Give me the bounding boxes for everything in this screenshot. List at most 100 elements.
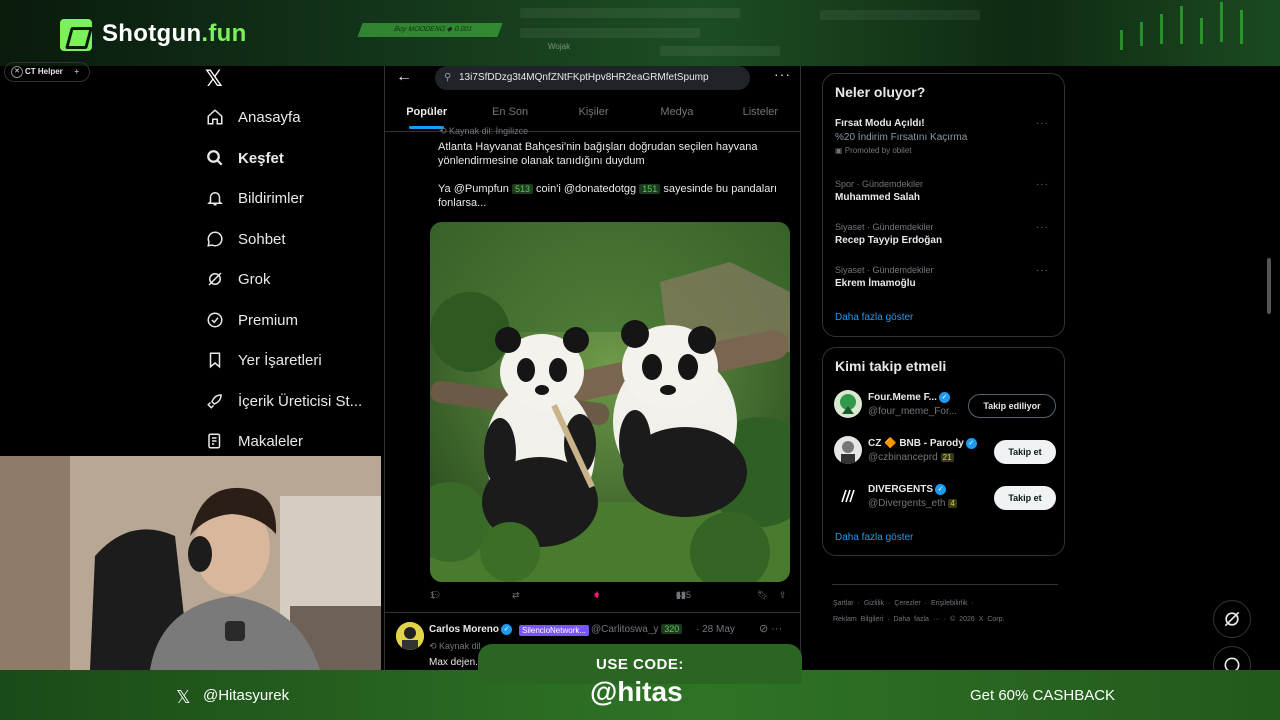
more-options-icon[interactable]: ··· xyxy=(771,623,782,635)
footer-divider xyxy=(832,584,1058,585)
page-scrollbar[interactable] xyxy=(1267,258,1271,314)
ct-count-badge: 4 xyxy=(948,499,957,508)
use-code-label: USE CODE: xyxy=(596,656,684,673)
search-input[interactable]: ⚲ 13i7SfDDzg3t4MQnfZNtFKptHpv8HR2eaGRMfe… xyxy=(435,66,750,90)
sidebar-item-label: Premium xyxy=(238,311,299,329)
more-options-icon[interactable]: ··· xyxy=(774,66,791,82)
plus-icon[interactable]: + xyxy=(74,63,79,81)
verified-icon: ✓ xyxy=(938,392,950,403)
streamer-handle: @Hitasyurek xyxy=(203,687,290,704)
sidebar-item-creator-studio[interactable]: İçerik Üreticisi St... xyxy=(205,386,362,416)
brand-name: Shotgun.fun xyxy=(102,20,247,48)
trend-item[interactable]: Spor · Gündemdekiler Muhammed Salah ··· xyxy=(835,179,1057,203)
verified-icon: ✓ xyxy=(501,624,513,635)
tab-people[interactable]: Kişiler xyxy=(552,96,635,131)
translation-source[interactable]: ⟲ Kaynak dil: İngilizce xyxy=(439,126,528,137)
more-options-icon[interactable]: ··· xyxy=(1036,118,1049,129)
suggestion-handle-text: @Divergents_eth xyxy=(868,498,946,509)
grok-floating-button[interactable] xyxy=(1213,600,1251,638)
mention-donatedotgg[interactable]: coin'i @donatedotgg xyxy=(536,183,636,195)
ticker-buy: Buy MOODENG ◆ 0.001 xyxy=(357,23,503,37)
tab-media[interactable]: Medya xyxy=(635,96,718,131)
suggestion-name-text: CZ 🔶 BNB - Parody xyxy=(868,438,964,450)
search-value: 13i7SfDDzg3t4MQnfZNtFKptHpv8HR2eaGRMfetS… xyxy=(459,72,709,83)
post-text-line3: Ya @Pumpfun 513 coin'i @donatedotgg 151 … xyxy=(438,182,788,196)
sidebar-item-premium[interactable]: Premium xyxy=(205,305,298,335)
avatar[interactable] xyxy=(834,390,862,418)
sidebar-item-chat[interactable]: Sohbet xyxy=(205,224,286,254)
footer-links-row2[interactable]: Reklam Bilgileri · Daha fazla ··· · © 20… xyxy=(833,616,1004,623)
verified-icon: ✓ xyxy=(965,438,977,449)
avatar[interactable] xyxy=(396,622,424,650)
following-button[interactable]: Takip ediliyor xyxy=(968,394,1056,418)
post-text-line2: yönlendirmesine olanak tanıdığını duydum xyxy=(438,155,645,167)
sidebar-item-label: Anasayfa xyxy=(238,108,301,126)
translate-icon: ⟲ xyxy=(439,126,450,136)
follow-button[interactable]: Takip et xyxy=(994,440,1056,464)
panda-photo[interactable] xyxy=(430,222,790,582)
suggestion-name-text: Four.Meme F... xyxy=(868,392,937,404)
search-feed: ← ⚲ 13i7SfDDzg3t4MQnfZNtFKptHpv8HR2eaGRM… xyxy=(384,66,801,671)
follow-suggestion[interactable]: Four.Meme F... ✓ @four_meme_For... Takip … xyxy=(834,390,1056,420)
trend-title: Fırsat Modu Açıldı! xyxy=(835,118,925,129)
trend-item[interactable]: Siyaset · Gündemdekiler Recep Tayyip Erd… xyxy=(835,222,1057,246)
trend-subtitle: %20 İndirim Fırsatını Kaçırma xyxy=(835,132,968,143)
sidebar-item-label: Keşfet xyxy=(238,149,284,167)
post-divider xyxy=(385,612,800,613)
sidebar-item-label: Bildirimler xyxy=(238,189,304,207)
brand-dot: .fun xyxy=(201,20,247,47)
repost-icon: ⇄ xyxy=(512,590,520,600)
trends-show-more-link[interactable]: Daha fazla göster xyxy=(835,312,913,323)
trend-item[interactable]: Siyaset · Gündemdekiler Ekrem İmamoğlu ·… xyxy=(835,265,1057,289)
sidebar-item-label: Sohbet xyxy=(238,230,286,248)
sidebar-item-notifications[interactable]: Bildirimler xyxy=(205,183,304,213)
trend-item[interactable]: Fırsat Modu Açıldı! %20 İndirim Fırsatın… xyxy=(835,118,1057,155)
author-handle[interactable]: @Carlitoswa_y 320 xyxy=(591,624,683,635)
webcam-overlay xyxy=(0,456,381,670)
sidebar-item-home[interactable]: Anasayfa xyxy=(205,102,301,132)
x-logo-icon: 𝕏 xyxy=(176,687,191,707)
post-date[interactable]: · 28 May xyxy=(696,624,735,635)
trend-category: Spor · Gündemdekiler xyxy=(835,179,924,189)
ct-helper-chip[interactable]: ✕ CT Helper + xyxy=(4,62,90,82)
back-arrow-icon[interactable]: ← xyxy=(396,68,412,86)
close-icon[interactable]: ✕ xyxy=(11,66,23,78)
suggestion-handle: @four_meme_For... xyxy=(868,406,958,417)
author-name[interactable]: Carlos Moreno ✓ xyxy=(429,624,513,636)
bookmark-icon xyxy=(205,350,225,370)
footer-links-row1[interactable]: Şartlar · Gizlilik · Çerezler · Erişileb… xyxy=(833,600,974,607)
trend-title: Recep Tayyip Erdoğan xyxy=(835,235,943,246)
article-icon xyxy=(205,431,225,451)
tab-lists[interactable]: Listeler xyxy=(719,96,800,131)
ct-helper-label: CT Helper xyxy=(25,67,63,76)
follow-suggestion[interactable]: CZ 🔶 BNB - Parody ✓ @czbinanceprd 21 Takip… xyxy=(834,436,1056,466)
x-logo-icon[interactable]: 𝕏 xyxy=(205,66,223,92)
follow-suggestion[interactable]: DIVERGENTS ✓ @Divergents_eth 4 Takip et xyxy=(834,482,1056,512)
sidebar-item-label: Yer İşaretleri xyxy=(238,351,322,369)
promoted-label: ▣ Promoted by obilet xyxy=(835,146,912,155)
sidebar-item-articles[interactable]: Makaleler xyxy=(205,426,303,456)
more-options-icon[interactable]: ··· xyxy=(1036,265,1049,276)
post-text-tail: sayesinde bu pandaları xyxy=(663,183,778,195)
more-options-icon[interactable]: ··· xyxy=(1036,179,1049,190)
suggestion-handle: @Divergents_eth 4 xyxy=(868,498,957,509)
grok-icon[interactable]: ⊘ ··· xyxy=(759,622,782,635)
who-to-follow-title: Kimi takip etmeli xyxy=(835,358,947,374)
author-name-text: Carlos Moreno xyxy=(429,624,500,636)
brand-main: Shotgun xyxy=(102,20,202,47)
search-icon xyxy=(205,148,225,168)
avatar[interactable] xyxy=(834,436,862,464)
follow-button[interactable]: Takip et xyxy=(994,486,1056,510)
cashback-offer: Get 60% CASHBACK xyxy=(970,687,1116,704)
ct-count-badge: 513 xyxy=(511,184,533,194)
bookmark-icon: 🔖︎ xyxy=(757,590,769,600)
sidebar-item-bookmarks[interactable]: Yer İşaretleri xyxy=(205,345,322,375)
mention-pumpfun[interactable]: Ya @Pumpfun xyxy=(438,183,509,195)
like-count: 4 xyxy=(594,590,600,600)
more-options-icon[interactable]: ··· xyxy=(1036,222,1049,233)
affiliate-tag[interactable]: SilencioNetwork... xyxy=(519,625,590,636)
sidebar-item-grok[interactable]: Grok xyxy=(205,264,271,294)
sidebar-item-explore[interactable]: Keşfet xyxy=(205,143,284,173)
follow-show-more-link[interactable]: Daha fazla göster xyxy=(835,532,913,543)
avatar[interactable] xyxy=(834,482,862,510)
